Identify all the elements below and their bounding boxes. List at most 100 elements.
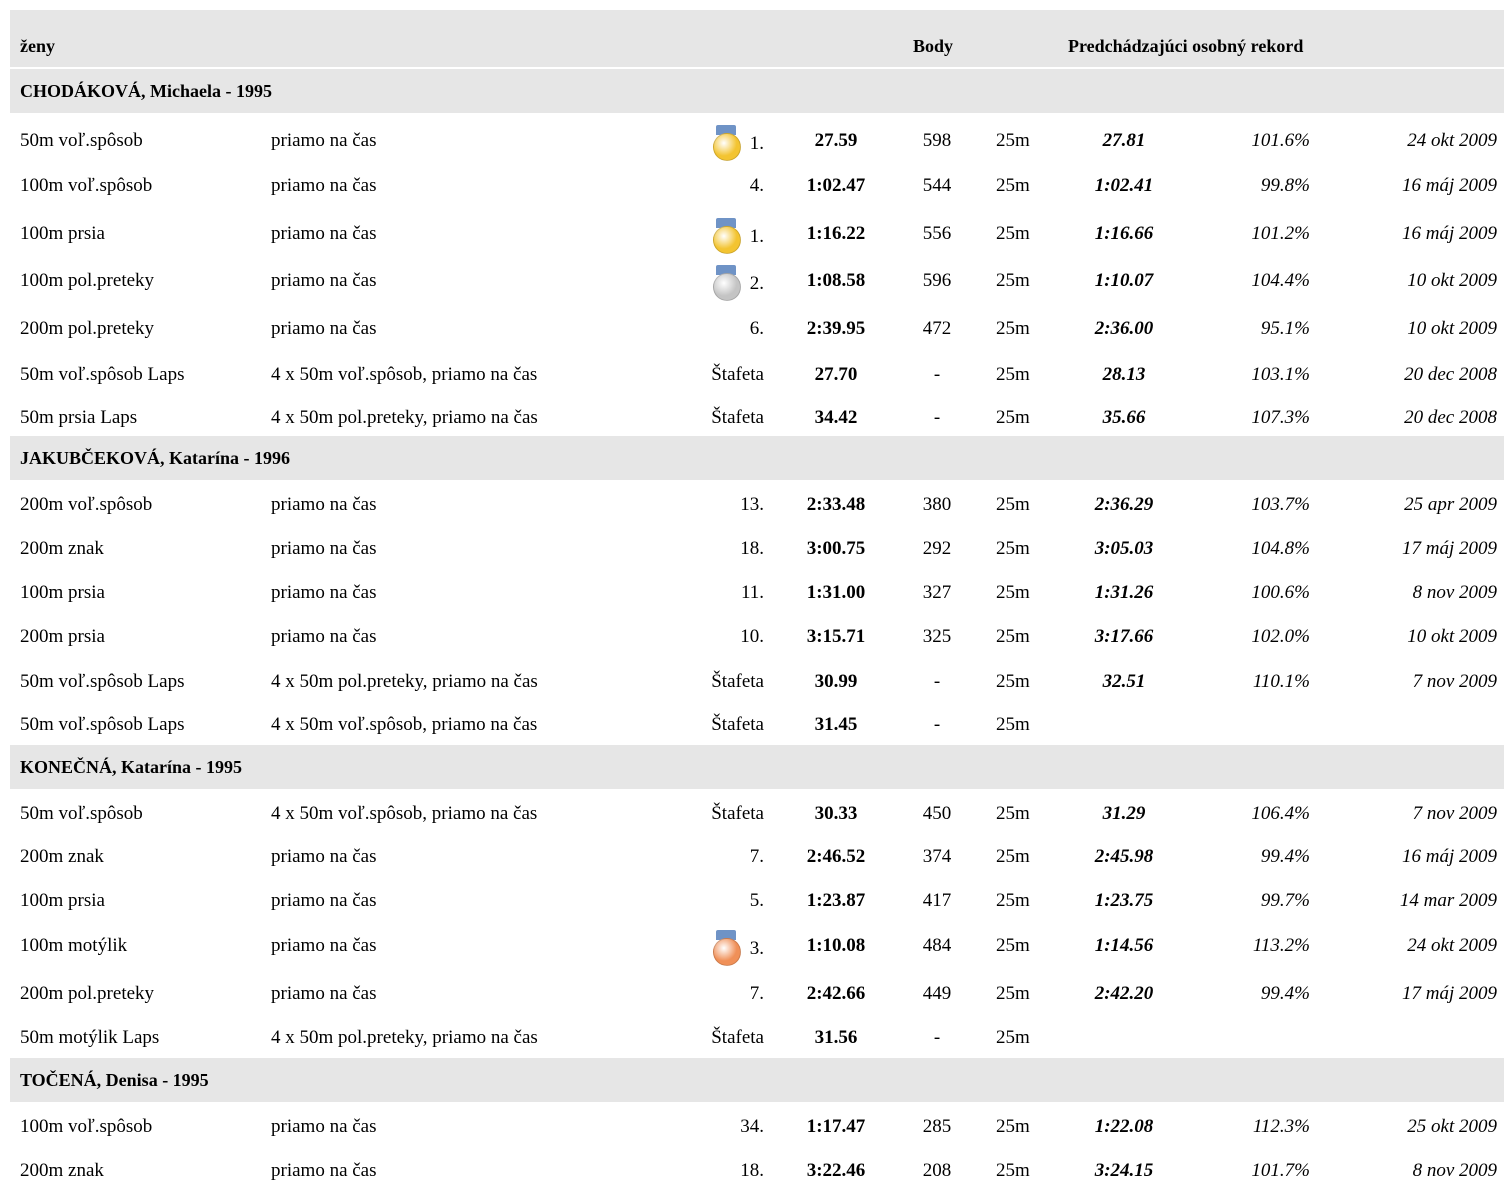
previous-pb-header: Predchádzajúci osobný rekord xyxy=(1068,36,1304,56)
event-type: 4 x 50m voľ.spôsob, priamo na čas xyxy=(271,364,538,385)
result-time: 30.99 xyxy=(814,671,858,692)
event-name: 200m znak xyxy=(20,1160,104,1181)
previous-best-date: 16 máj 2009 xyxy=(1402,175,1497,196)
previous-best-time: 1:31.26 xyxy=(1094,582,1154,603)
event-type: priamo na čas xyxy=(271,270,377,291)
course-length: 25m xyxy=(996,364,1030,385)
result-time: 31.56 xyxy=(814,1027,858,1048)
previous-best-date: 17 máj 2009 xyxy=(1402,538,1497,559)
course-length: 25m xyxy=(996,1027,1030,1048)
result-time: 1:17.47 xyxy=(806,1116,866,1137)
previous-best-time: 2:42.20 xyxy=(1094,983,1154,1004)
event-type: 4 x 50m voľ.spôsob, priamo na čas xyxy=(271,803,538,824)
percent-of-best: 106.4% xyxy=(1251,803,1310,824)
points: - xyxy=(933,364,941,385)
percent-of-best: 99.4% xyxy=(1260,846,1310,867)
previous-best-time: 1:16.66 xyxy=(1094,223,1154,244)
event-type: priamo na čas xyxy=(271,538,377,559)
silver-medal-icon xyxy=(712,265,741,303)
medal-disc xyxy=(713,226,741,254)
percent-of-best: 103.1% xyxy=(1251,364,1310,385)
result-time: 2:39.95 xyxy=(806,318,866,339)
event-type: priamo na čas xyxy=(271,494,377,515)
course-length: 25m xyxy=(996,671,1030,692)
previous-best-date: 10 okt 2009 xyxy=(1407,318,1497,339)
previous-best-date: 17 máj 2009 xyxy=(1402,983,1497,1004)
percent-of-best: 101.6% xyxy=(1251,130,1310,151)
athlete-name: CHODÁKOVÁ, Michaela - 1995 xyxy=(20,81,272,101)
percent-of-best: 104.8% xyxy=(1251,538,1310,559)
event-name: 100m prsia xyxy=(20,223,105,244)
place: 7. xyxy=(749,846,764,867)
place: Štafeta xyxy=(711,671,764,692)
points: 596 xyxy=(922,270,952,291)
place: 6. xyxy=(749,318,764,339)
event-type: priamo na čas xyxy=(271,318,377,339)
previous-best-time: 3:05.03 xyxy=(1094,538,1154,559)
course-length: 25m xyxy=(996,538,1030,559)
medal-disc xyxy=(713,273,741,301)
gold-medal-icon xyxy=(712,218,741,256)
result-time: 3:00.75 xyxy=(806,538,866,559)
points: 556 xyxy=(922,223,952,244)
points: 374 xyxy=(922,846,952,867)
place: Štafeta xyxy=(711,803,764,824)
place: Štafeta xyxy=(711,407,764,428)
course-length: 25m xyxy=(996,1116,1030,1137)
percent-of-best: 103.7% xyxy=(1251,494,1310,515)
previous-best-time: 3:24.15 xyxy=(1094,1160,1154,1181)
course-length: 25m xyxy=(996,130,1030,151)
previous-best-date: 24 okt 2009 xyxy=(1407,935,1497,956)
place: 4. xyxy=(749,175,764,196)
percent-of-best: 100.6% xyxy=(1251,582,1310,603)
course-length: 25m xyxy=(996,846,1030,867)
points: 544 xyxy=(922,175,952,196)
previous-best-time: 2:45.98 xyxy=(1094,846,1154,867)
place: 5. xyxy=(749,890,764,911)
percent-of-best: 112.3% xyxy=(1252,1116,1310,1137)
percent-of-best: 101.7% xyxy=(1251,1160,1310,1181)
event-name: 200m pol.preteky xyxy=(20,983,155,1004)
event-type: priamo na čas xyxy=(271,935,377,956)
result-time: 3:22.46 xyxy=(806,1160,866,1181)
previous-best-time: 35.66 xyxy=(1102,407,1146,428)
previous-best-date: 16 máj 2009 xyxy=(1402,223,1497,244)
result-time: 2:33.48 xyxy=(806,494,866,515)
course-length: 25m xyxy=(996,935,1030,956)
result-time: 1:23.87 xyxy=(806,890,866,911)
previous-best-date: 8 nov 2009 xyxy=(1412,1160,1497,1181)
event-type: priamo na čas xyxy=(271,175,377,196)
previous-best-date: 16 máj 2009 xyxy=(1402,846,1497,867)
percent-of-best: 99.4% xyxy=(1260,983,1310,1004)
result-time: 1:08.58 xyxy=(806,270,866,291)
points: 449 xyxy=(922,983,952,1004)
result-time: 1:10.08 xyxy=(806,935,866,956)
percent-of-best: 107.3% xyxy=(1251,407,1310,428)
result-time: 30.33 xyxy=(814,803,858,824)
percent-of-best: 99.7% xyxy=(1260,890,1310,911)
event-type: priamo na čas xyxy=(271,1160,377,1181)
place: Štafeta xyxy=(711,1027,764,1048)
place: 18. xyxy=(740,1160,764,1181)
place: 34. xyxy=(740,1116,764,1137)
event-type: priamo na čas xyxy=(271,130,377,151)
event-type: priamo na čas xyxy=(271,223,377,244)
previous-best-date: 8 nov 2009 xyxy=(1412,582,1497,603)
points: 325 xyxy=(922,626,952,647)
event-name: 200m znak xyxy=(20,846,104,867)
athlete-band xyxy=(10,1058,1504,1102)
event-name: 200m znak xyxy=(20,538,104,559)
event-type: priamo na čas xyxy=(271,1116,377,1137)
percent-of-best: 110.1% xyxy=(1252,671,1310,692)
result-time: 3:15.71 xyxy=(806,626,866,647)
event-type: priamo na čas xyxy=(271,890,377,911)
previous-best-time: 31.29 xyxy=(1102,803,1146,824)
bronze-medal-icon xyxy=(712,930,741,968)
course-length: 25m xyxy=(996,803,1030,824)
previous-best-time: 27.81 xyxy=(1102,130,1146,151)
previous-best-time: 1:02.41 xyxy=(1094,175,1154,196)
medal-disc xyxy=(713,133,741,161)
course-length: 25m xyxy=(996,407,1030,428)
course-length: 25m xyxy=(996,175,1030,196)
previous-best-time: 1:10.07 xyxy=(1094,270,1154,291)
